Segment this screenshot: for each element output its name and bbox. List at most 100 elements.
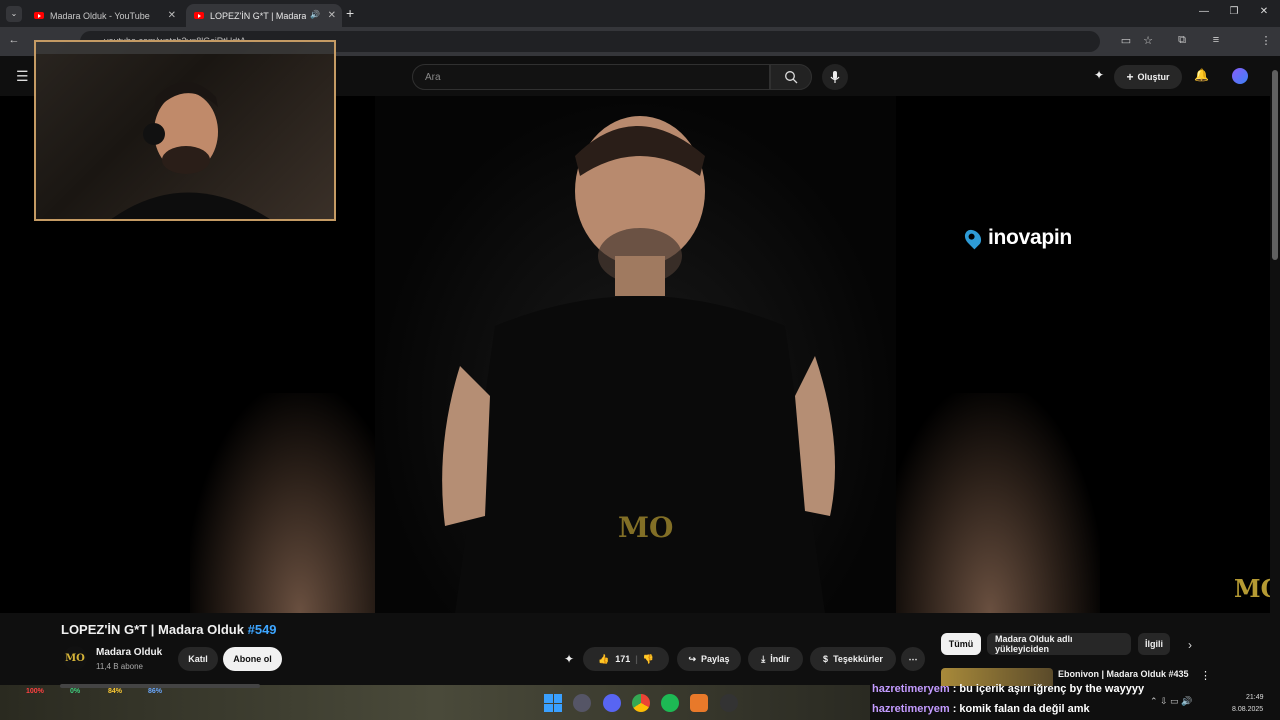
browser-tab-bar: ⌄ Madara Olduk - YouTube ✕ LOPEZ'İN G*T … <box>0 0 1280 27</box>
video-hashtag[interactable]: #549 <box>248 622 277 637</box>
account-avatar[interactable] <box>1232 68 1248 84</box>
thanks-icon: $ <box>823 654 829 664</box>
chat-username: hazretimeryem <box>872 683 950 695</box>
thanks-button[interactable]: $ Teşekkürler <box>810 647 896 671</box>
chip-from-uploader[interactable]: Madara Olduk adlı yükleyiciden <box>987 633 1131 655</box>
windows-start-icon[interactable] <box>544 694 562 712</box>
hamburger-menu-icon[interactable]: ☰ <box>16 68 29 85</box>
page-scrollbar[interactable] <box>1270 56 1280 691</box>
back-icon[interactable]: ← <box>6 34 22 46</box>
chat-text: : komik falan da değil amk <box>949 703 1090 715</box>
subscribe-button[interactable]: Abone ol <box>223 647 282 671</box>
stat-vram: 86% <box>148 688 163 695</box>
stat-ram: 84% <box>108 688 123 695</box>
system-tray: ⌃ ⇩ ▭ 🔊 <box>1150 696 1193 706</box>
close-tab-icon[interactable]: ✕ <box>168 10 176 21</box>
share-label: Paylaş <box>701 654 730 664</box>
spotify-icon[interactable] <box>661 694 679 712</box>
join-button[interactable]: Katıl <box>178 647 218 671</box>
thanks-label: Teşekkürler <box>833 654 883 664</box>
chat-message: hazretimeryem : komik falan da değil amk <box>872 703 1090 715</box>
cast-icon[interactable]: ▭ <box>1118 34 1134 47</box>
menu-kebab-icon[interactable]: ⋮ <box>1258 34 1274 47</box>
recommended-video-title[interactable]: Ebonivon | Madara Olduk #435 <box>1058 669 1189 679</box>
channel-name[interactable]: Madara Olduk <box>96 647 162 658</box>
tab-madara-olduk[interactable]: Madara Olduk - YouTube ✕ <box>26 4 182 27</box>
share-icon: ↪ <box>688 653 696 664</box>
stat-cpu: 100% <box>26 688 44 695</box>
new-tab-button[interactable]: + <box>346 5 354 21</box>
tab-title: Madara Olduk - YouTube <box>50 10 150 21</box>
video-watermark-logo: MO <box>618 511 674 544</box>
create-button[interactable]: + Oluştur <box>1114 65 1182 89</box>
stage-light-right <box>880 393 1100 613</box>
gemini-sparkle-icon[interactable]: ✦ <box>1094 68 1104 82</box>
audio-playing-icon[interactable]: 🔊 <box>310 10 320 19</box>
subscribe-label: Abone ol <box>233 654 272 664</box>
app-icon[interactable] <box>690 694 708 712</box>
media-controls-icon[interactable]: ≡ <box>1208 34 1224 46</box>
like-count: 171 <box>615 654 631 664</box>
search-icon <box>785 71 798 84</box>
sponsor-logo-text: inovapin <box>988 226 1072 249</box>
download-icon: ⤓ <box>761 653 766 664</box>
streamer-figure <box>111 82 270 219</box>
create-label: Oluştur <box>1137 72 1170 82</box>
download-label: İndir <box>770 654 790 664</box>
channel-avatar[interactable]: MO <box>63 646 87 670</box>
tab-list-button[interactable]: ⌄ <box>6 6 22 22</box>
app-icon[interactable] <box>573 694 591 712</box>
chevron-right-icon[interactable]: › <box>1188 638 1192 652</box>
plus-icon: + <box>1126 70 1134 84</box>
minimize-icon[interactable]: — <box>1194 6 1214 17</box>
thumbs-up-icon: 👍 <box>598 653 610 664</box>
close-tab-icon[interactable]: ✕ <box>328 10 336 21</box>
channel-watermark-logo[interactable]: MO <box>1234 574 1270 603</box>
clock-time[interactable]: 21:49 <box>1246 694 1264 701</box>
scrollbar-thumb[interactable] <box>1272 70 1278 260</box>
divider: | <box>635 654 638 664</box>
discord-icon[interactable] <box>603 694 621 712</box>
chip-all[interactable]: Tümü <box>941 633 981 655</box>
thumbs-down-icon[interactable]: 👎 <box>643 654 654 665</box>
like-dislike-group: 👍 171 | 👎 <box>583 647 669 671</box>
taskbar <box>520 690 750 720</box>
obs-icon[interactable] <box>720 694 738 712</box>
streamer-webcam-overlay <box>34 40 336 221</box>
chip-related[interactable]: İlgili <box>1138 633 1170 655</box>
join-label: Katıl <box>188 654 208 664</box>
restore-icon[interactable]: ❐ <box>1224 6 1244 17</box>
youtube-favicon-icon <box>194 12 204 19</box>
share-button[interactable]: ↪ Paylaş <box>677 647 741 671</box>
chat-text: : bu içerik aşırı iğrenç by the wayyyy <box>949 683 1145 695</box>
like-button[interactable]: 👍 171 <box>598 654 630 665</box>
youtube-favicon-icon <box>34 12 44 19</box>
clock-date[interactable]: 8.08.2025 <box>1232 706 1263 713</box>
extensions-icon[interactable]: ⧉ <box>1174 34 1190 47</box>
search-button[interactable] <box>770 64 812 90</box>
microphone-icon <box>830 71 840 83</box>
search-input[interactable]: Ara <box>412 64 770 90</box>
inovapin-sponsor-logo: inovapin <box>961 226 1072 250</box>
more-actions-button[interactable]: ⋯ <box>901 647 925 671</box>
stat-gpu: 0% <box>70 688 81 695</box>
chat-message: hazretimeryem : bu içerik aşırı iğrenç b… <box>872 683 1144 695</box>
subscriber-count: 11,4 B abone <box>96 662 144 671</box>
video-title-text: LOPEZ'İN G*T | Madara Olduk <box>61 622 244 637</box>
tab-video[interactable]: LOPEZ'İN G*T | Madara Old 🔊 ✕ <box>186 4 342 27</box>
notifications-bell-icon[interactable]: 🔔 <box>1194 68 1209 82</box>
more-horizontal-icon: ⋯ <box>908 653 918 664</box>
chrome-icon[interactable] <box>632 694 650 712</box>
location-pin-icon <box>961 226 985 250</box>
download-button[interactable]: ⤓ İndir <box>748 647 803 671</box>
tab-title: LOPEZ'İN G*T | Madara Old <box>210 10 306 21</box>
bookmark-star-icon[interactable]: ☆ <box>1140 34 1156 47</box>
recommended-more-icon[interactable]: ⋮ <box>1200 669 1211 682</box>
close-window-icon[interactable]: ✕ <box>1254 6 1274 17</box>
ask-sparkle-icon[interactable]: ✦ <box>564 652 574 666</box>
search-placeholder: Ara <box>425 72 441 83</box>
chat-username: hazretimeryem <box>872 703 950 715</box>
video-frame: MO <box>375 96 896 613</box>
voice-search-button[interactable] <box>822 64 848 90</box>
video-title: LOPEZ'İN G*T | Madara Olduk #549 <box>61 622 277 637</box>
